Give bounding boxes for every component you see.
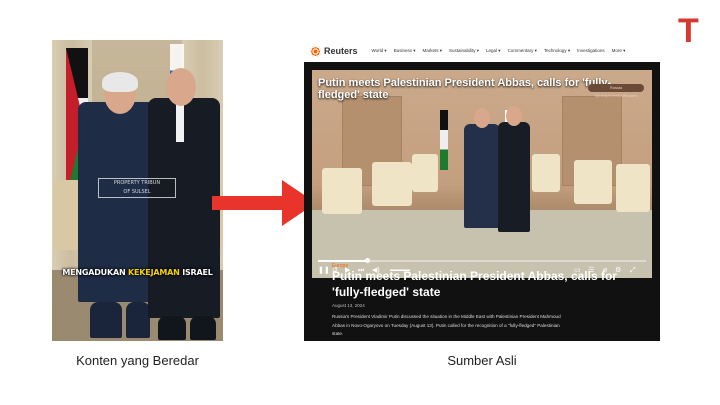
legs <box>126 302 150 338</box>
watermark: PROPERTY TRIBUN OF SULSEL <box>98 178 176 198</box>
reuters-logo-icon <box>310 45 321 57</box>
nav-item-technology[interactable]: Technology ▾ <box>544 48 570 54</box>
video-caption: MENGADUKAN KEKEJAMAN ISRAEL <box>62 268 213 277</box>
brand-logo: T <box>678 12 699 50</box>
article-date: August 13, 2024 <box>332 303 365 308</box>
legs <box>90 302 122 338</box>
palestinian-flag-icon <box>440 110 448 170</box>
chair <box>574 160 612 204</box>
legs <box>158 316 186 340</box>
head <box>166 68 196 106</box>
head <box>474 108 490 128</box>
nav-item-investigations[interactable]: Investigations <box>577 48 605 54</box>
label-circulating-content: Konten yang Beredar <box>76 353 199 368</box>
person-left <box>464 124 500 228</box>
person-right <box>498 122 530 232</box>
nav-item-commentary[interactable]: Commentary ▾ <box>508 48 537 54</box>
chair <box>372 162 412 206</box>
article-body: Russia's President Vladimir Putin discus… <box>332 314 561 336</box>
nav-item-legal[interactable]: Legal ▾ <box>486 48 501 54</box>
progress-scrubber[interactable] <box>365 258 371 263</box>
nav-menu: World ▾ Business ▾ Markets ▾ Sustainabil… <box>372 48 626 54</box>
video-credit-badge: Russia Sputnik/Kremlin/Reuters <box>588 84 644 98</box>
right-arrow-icon <box>212 180 316 226</box>
nav-item-business[interactable]: Business ▾ <box>394 48 416 54</box>
chair <box>532 154 560 192</box>
pause-icon[interactable]: ❚❚ <box>318 267 330 274</box>
hair <box>102 72 138 92</box>
nav-item-sustainability[interactable]: Sustainability ▾ <box>449 48 479 54</box>
nav-item-markets[interactable]: Markets ▾ <box>422 48 442 54</box>
nav-item-more[interactable]: More ▾ <box>612 48 626 54</box>
video-player[interactable]: Putin meets Palestinian President Abbas,… <box>312 70 652 278</box>
person-right <box>148 98 220 318</box>
shirt <box>176 102 184 142</box>
chair <box>322 168 362 214</box>
reuters-page-screenshot: Reuters World ▾ Business ▾ Markets ▾ Sus… <box>304 40 660 341</box>
chair <box>412 154 438 192</box>
reuters-logo[interactable]: Reuters <box>310 45 358 57</box>
reuters-nav-bar: Reuters World ▾ Business ▾ Markets ▾ Sus… <box>304 40 660 62</box>
legs <box>190 316 216 340</box>
nav-item-world[interactable]: World ▾ <box>372 48 387 54</box>
chair <box>616 164 650 212</box>
progress-fill <box>318 260 368 262</box>
article-headline: Putin meets Palestinian President Abbas,… <box>332 269 617 299</box>
video-progress-bar[interactable] <box>318 258 646 263</box>
label-original-source: Sumber Asli <box>447 353 517 368</box>
circulating-video-frame: PROPERTY TRIBUN OF SULSEL MENGADUKAN KEK… <box>52 40 223 341</box>
head <box>506 106 522 126</box>
